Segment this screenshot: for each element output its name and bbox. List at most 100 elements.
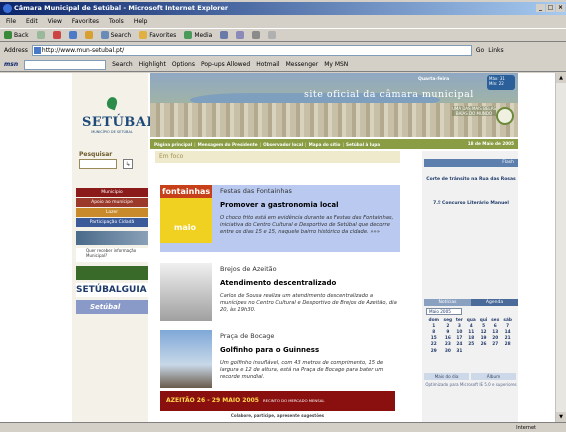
menu-apoio[interactable]: Apoio ao munícipe (76, 198, 148, 207)
news-thumb (160, 263, 212, 321)
menu-bar: File Edit View Favorites Tools Help (0, 16, 566, 27)
tab-mais-do-dia[interactable]: Mais do dia (424, 373, 469, 380)
search-icon (100, 31, 109, 39)
favorites-button[interactable]: Favorites (139, 31, 176, 39)
page-viewport: SETÚBAL MUNICÍPIO DE SETÚBAL site oficia… (0, 73, 555, 422)
news-category: Praça de Bocage (220, 332, 275, 340)
bays-badge-icon[interactable] (496, 107, 514, 125)
nav-observer[interactable]: Observador local (263, 142, 303, 147)
weekday: Quarta-feira (418, 77, 450, 82)
news-headline[interactable]: Golfinho para o Guinness (220, 346, 319, 354)
news-headline[interactable]: Promover a gastronomia local (220, 201, 339, 209)
calendar: Maio 2005 dom seg ter qua qui sex sáb 1234567 … (426, 308, 516, 354)
media-button[interactable]: Media (184, 31, 212, 39)
back-arrow-icon (4, 31, 12, 39)
popups-button[interactable]: Pop-ups Allowed (201, 61, 250, 68)
tab-agenda[interactable]: Agenda (471, 299, 518, 306)
site-search-input[interactable] (79, 159, 117, 169)
stop-icon[interactable] (52, 31, 61, 39)
setubal-guia-banner[interactable]: SETÚBALGUIA (76, 283, 148, 297)
hotmail-button[interactable]: Hotmail (256, 61, 279, 68)
colab-text[interactable]: Colabore, participe, apresente sugestões (160, 413, 395, 418)
leaf-logo-icon (104, 97, 120, 115)
news-category: Festas das Fontainhas (220, 187, 292, 195)
search-button[interactable]: Search (100, 31, 131, 39)
search-go-button[interactable]: ↳ (123, 159, 133, 169)
msn-search-button[interactable]: Search (112, 61, 133, 68)
address-input[interactable]: http://www.mun-setubal.pt/ (31, 44, 472, 56)
scroll-up-icon[interactable]: ▲ (556, 73, 566, 83)
maximize-button[interactable]: □ (546, 4, 555, 12)
flash-item[interactable]: 7.º Concurso Literário Manuel (426, 201, 516, 207)
address-label: Address (4, 46, 28, 54)
msn-logo[interactable]: msn (4, 61, 18, 68)
title-bar: Câmara Municipal de Setúbal - Microsoft … (0, 2, 566, 15)
msn-toolbar: msn Search Highlight Options Pop-ups All… (0, 58, 566, 72)
news-item[interactable]: Brejos de Azeitão Atendimento descentral… (160, 263, 400, 325)
mymsn-button[interactable]: My MSN (324, 61, 348, 68)
bottom-tabs: Mais do dia Álbum (424, 373, 518, 380)
history-icon[interactable] (220, 31, 229, 39)
menu-participacao[interactable]: Participação Cidadã (76, 218, 148, 227)
tab-noticias[interactable]: Notícias (424, 299, 471, 306)
minimize-button[interactable]: _ (536, 4, 545, 12)
star-icon (139, 31, 148, 39)
tab-album[interactable]: Álbum (471, 373, 516, 380)
news-thumb (160, 330, 212, 388)
edit-icon[interactable] (268, 31, 277, 39)
menu-lazer[interactable]: Lazer (76, 208, 148, 217)
festival-banner[interactable]: AZEITÃO 26 - 29 MAIO 2005 RECINTO DO MERC… (160, 391, 395, 411)
nav-sitemap[interactable]: Mapa do sítio (309, 142, 341, 147)
setubal-logo[interactable]: SETÚBAL MUNICÍPIO DE SETÚBAL (82, 97, 156, 134)
current-date: 18 de Maio de 2005 (467, 141, 514, 146)
nav-message[interactable]: Mensagem do Presidente (198, 142, 258, 147)
temperature-badge: Máx: 31 Mín: 22 (487, 75, 515, 90)
flash-item[interactable]: Corte de trânsito na Rua das Rosas (426, 177, 516, 183)
bays-association-text[interactable]: UMA DAS MAIS BELAS BAÍAS DO MUNDO (452, 106, 496, 116)
ie-logo-icon (3, 4, 12, 13)
news-agenda-tabs: Notícias Agenda (424, 299, 518, 306)
close-button[interactable]: × (556, 4, 565, 12)
nav-lupa[interactable]: Setúbal à lupa (346, 142, 380, 147)
links-label[interactable]: Links (488, 47, 503, 54)
menu-favorites[interactable]: Favorites (72, 18, 99, 25)
newsletter-promo[interactable]: Quer receber informação Municipal? (76, 248, 148, 262)
mail-icon[interactable] (236, 31, 245, 39)
menu-tools[interactable]: Tools (109, 18, 124, 25)
events-promo[interactable] (76, 266, 148, 280)
calendar-grid: dom seg ter qua qui sex sáb 1234567 8 9 10 11 12 13… (428, 317, 512, 354)
news-headline[interactable]: Atendimento descentralizado (220, 279, 336, 287)
menu-municipio[interactable]: Município (76, 188, 148, 197)
msn-search-input[interactable] (24, 59, 107, 70)
promo-image[interactable] (76, 231, 148, 245)
back-button[interactable]: Back (4, 31, 29, 39)
forward-button[interactable] (36, 31, 45, 39)
print-icon[interactable] (252, 31, 261, 39)
month-select[interactable]: Maio 2005 (426, 308, 462, 315)
refresh-icon[interactable] (68, 31, 77, 39)
messenger-button[interactable]: Messenger (286, 61, 319, 68)
page-icon (33, 46, 41, 54)
menu-help[interactable]: Help (134, 18, 148, 25)
news-body: Carlos de Sousa realiza um atendimento d… (220, 293, 397, 313)
flash-heading: Flash (424, 159, 518, 167)
vertical-scrollbar[interactable]: ▲ ▼ (555, 73, 566, 422)
options-button[interactable]: Options (172, 61, 195, 68)
nav-home[interactable]: Página principal (154, 142, 192, 147)
menu-view[interactable]: View (48, 18, 62, 25)
optimized-note: Optimizado para Microsoft IE 5.0 e super… (425, 382, 517, 387)
highlight-button[interactable]: Highlight (139, 61, 166, 68)
search-label: Pesquisar (79, 151, 113, 158)
home-icon[interactable] (84, 31, 93, 39)
address-bar: Address http://www.mun-setubal.pt/ Go Li… (0, 43, 566, 57)
news-thumb: fontainhas maio (160, 185, 212, 243)
news-item[interactable]: Praça de Bocage Golfinho para o Guinness… (160, 330, 400, 388)
news-item[interactable]: fontainhas maio Festas das Fontainhas Pr… (160, 185, 400, 252)
scroll-down-icon[interactable]: ▼ (556, 412, 566, 422)
forward-arrow-icon (36, 31, 45, 39)
menu-file[interactable]: File (6, 18, 16, 25)
menu-edit[interactable]: Edit (26, 18, 38, 25)
setubal-promo[interactable]: Setúbal (76, 300, 148, 314)
go-button[interactable]: Go (476, 47, 484, 54)
header-banner: site oficial da câmara municipal Quarta-… (150, 73, 518, 137)
